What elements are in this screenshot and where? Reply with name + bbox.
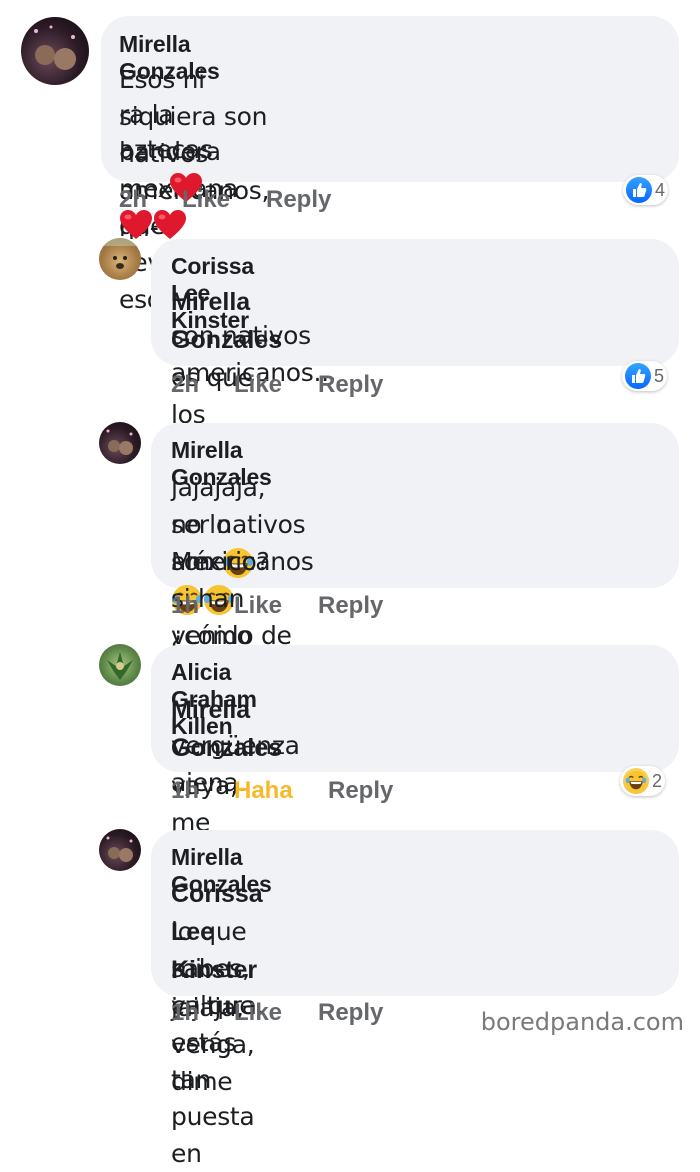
haha-reaction-button[interactable]: Haha [234, 777, 328, 805]
reply-button[interactable]: Reply [328, 777, 393, 805]
haha-icon [623, 768, 649, 794]
avatar[interactable] [99, 644, 141, 686]
like-button[interactable]: Like [234, 592, 318, 620]
comment-actions: 1h Haha Reply [171, 777, 393, 805]
comment-text-line: México? [171, 547, 270, 576]
reaction-summary[interactable]: 5 [622, 361, 668, 391]
comment-text-word: aztecas [119, 135, 213, 164]
reply-button[interactable]: Reply [318, 999, 383, 1027]
reply-button[interactable]: Reply [318, 592, 383, 620]
timestamp[interactable]: 2h [171, 371, 234, 399]
avatar[interactable] [21, 17, 89, 85]
avatar[interactable] [99, 238, 141, 280]
reaction-count: 2 [652, 770, 663, 791]
reply-button[interactable]: Reply [318, 371, 383, 399]
like-icon [626, 177, 652, 203]
timestamp[interactable]: 1h [171, 999, 234, 1027]
like-button[interactable]: Like [182, 186, 266, 214]
like-icon [625, 363, 651, 389]
timestamp[interactable]: 1h [171, 592, 234, 620]
reaction-summary[interactable]: 4 [623, 175, 669, 205]
reply-button[interactable]: Reply [266, 186, 331, 214]
watermark: boredpanda.com [480, 1008, 684, 1036]
avatar[interactable] [99, 829, 141, 871]
comment-actions: 2h Like Reply [171, 371, 383, 399]
comment-actions: 1h Like Reply [171, 999, 383, 1027]
reaction-count: 4 [655, 179, 666, 200]
like-button[interactable]: Like [234, 999, 318, 1027]
reaction-summary[interactable]: 2 [620, 766, 666, 796]
comment-text-line: ser nativos americanos si han venido de [171, 510, 314, 650]
avatar[interactable] [99, 422, 141, 464]
timestamp[interactable]: 2h [119, 186, 182, 214]
timestamp[interactable]: 1h [171, 777, 234, 805]
like-button[interactable]: Like [234, 371, 318, 399]
comment-actions: 1h Like Reply [171, 592, 383, 620]
reaction-count: 5 [654, 365, 665, 386]
comment-actions: 2h Like Reply [119, 186, 331, 214]
